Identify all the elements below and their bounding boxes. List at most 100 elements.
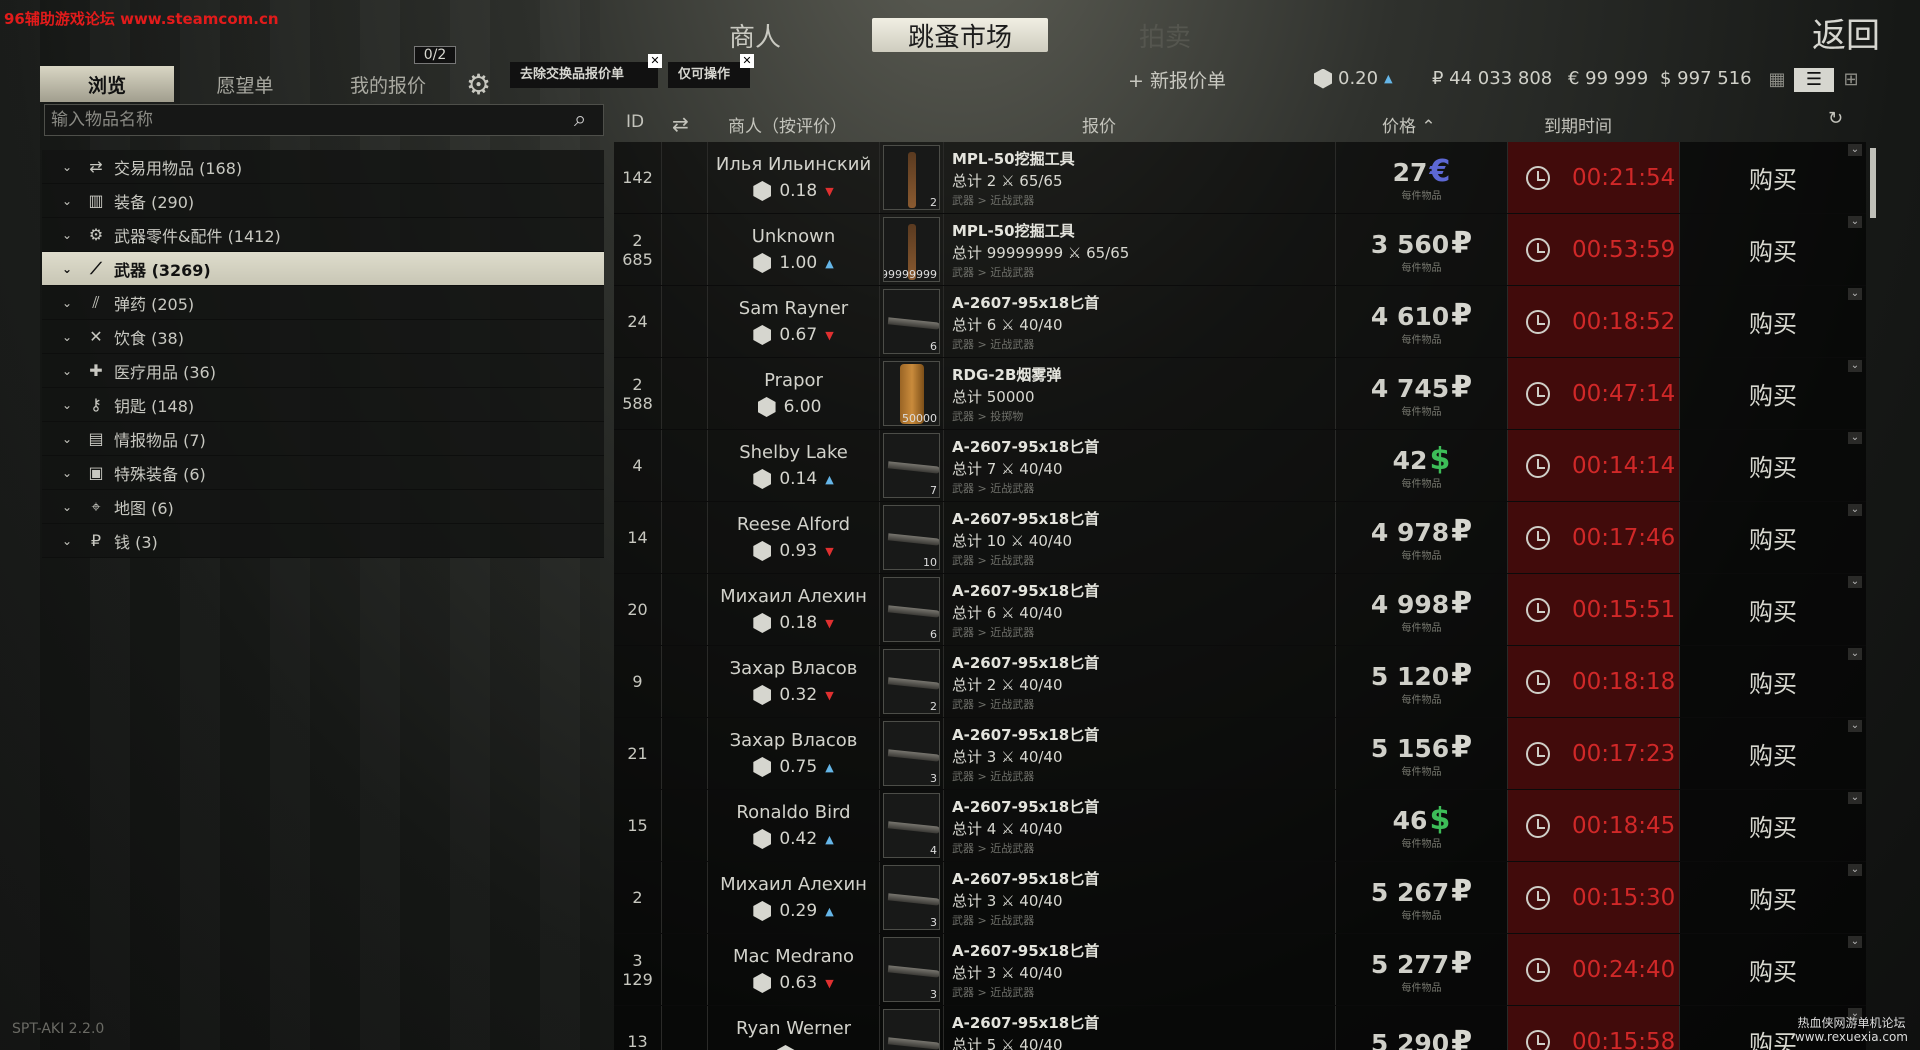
small-grid-view-icon[interactable]: ▦ bbox=[1764, 68, 1790, 92]
buy-button[interactable]: 购买 ⌄ bbox=[1680, 358, 1866, 429]
category-item[interactable]: ⌄ ⚷ 钥匙 (148) bbox=[42, 388, 604, 422]
item-name[interactable]: A-2607-95x18匕首 bbox=[952, 652, 1327, 673]
chevron-down-icon[interactable]: ⌄ bbox=[42, 398, 82, 412]
trader-cell[interactable]: Sam Rayner 0.67 ▼ bbox=[708, 286, 880, 357]
new-offer-button[interactable]: + 新报价单 bbox=[1128, 66, 1226, 93]
chevron-down-icon[interactable]: ⌄ bbox=[1848, 648, 1862, 660]
category-item[interactable]: ⌄ ⫽ 弹药 (205) bbox=[42, 286, 604, 320]
chevron-down-icon[interactable]: ⌄ bbox=[1848, 216, 1862, 228]
buy-button[interactable]: 购买 ⌄ bbox=[1680, 214, 1866, 285]
trader-cell[interactable]: Михаил Алехин 0.29 ▲ bbox=[708, 862, 880, 933]
tab-wishlist[interactable]: 愿望单 bbox=[186, 66, 304, 102]
item-name[interactable]: A-2607-95x18匕首 bbox=[952, 724, 1327, 745]
chevron-down-icon[interactable]: ⌄ bbox=[42, 228, 82, 242]
item-name[interactable]: A-2607-95x18匕首 bbox=[952, 508, 1327, 529]
trader-name[interactable]: Sam Rayner bbox=[739, 298, 848, 319]
category-item[interactable]: ⌄ ▥ 装备 (290) bbox=[42, 184, 604, 218]
item-thumbnail-cell[interactable]: 2 bbox=[880, 142, 944, 213]
buy-button[interactable]: 购买 ⌄ bbox=[1680, 142, 1866, 213]
trader-name[interactable]: Prapor bbox=[764, 370, 823, 391]
search-input[interactable]: 输入物品名称 bbox=[44, 104, 604, 136]
trader-name[interactable]: Unknown bbox=[752, 226, 836, 247]
item-name[interactable]: RDG-2B烟雾弹 bbox=[952, 364, 1327, 385]
trader-cell[interactable]: Unknown 1.00 ▲ bbox=[708, 214, 880, 285]
item-thumbnail-cell[interactable]: 2 bbox=[880, 646, 944, 717]
buy-button[interactable]: 购买 ⌄ bbox=[1680, 502, 1866, 573]
search-icon[interactable]: ⌕ bbox=[574, 106, 602, 134]
trader-name[interactable]: Захар Власов bbox=[730, 730, 858, 751]
trader-name[interactable]: Mac Medrano bbox=[733, 946, 854, 967]
close-icon[interactable]: ✕ bbox=[740, 54, 754, 68]
item-thumbnail[interactable]: 3 bbox=[883, 937, 940, 1002]
chevron-down-icon[interactable]: ⌄ bbox=[1848, 576, 1862, 588]
trader-cell[interactable]: Ronaldo Bird 0.42 ▲ bbox=[708, 790, 880, 861]
item-name[interactable]: MPL-50挖掘工具 bbox=[952, 220, 1327, 241]
category-item[interactable]: ⌄ ₽ 钱 (3) bbox=[42, 524, 604, 558]
chevron-down-icon[interactable]: ⌄ bbox=[42, 534, 82, 548]
filter-operational-tag[interactable]: 仅可操作 ✕ bbox=[668, 54, 754, 88]
item-thumbnail-cell[interactable]: 50000 bbox=[880, 358, 944, 429]
trader-cell[interactable]: Илья Ильинский 0.18 ▼ bbox=[708, 142, 880, 213]
chevron-down-icon[interactable]: ⌄ bbox=[42, 296, 82, 310]
item-thumbnail[interactable]: 2 bbox=[883, 145, 940, 210]
chevron-down-icon[interactable]: ⌄ bbox=[42, 466, 82, 480]
barter-toggle-icon[interactable]: ⇄ bbox=[672, 112, 689, 136]
chevron-down-icon[interactable]: ⌄ bbox=[42, 330, 82, 344]
trader-name[interactable]: Shelby Lake bbox=[739, 442, 848, 463]
item-thumbnail[interactable]: 7 bbox=[883, 433, 940, 498]
buy-button[interactable]: 购买 ⌄ bbox=[1680, 430, 1866, 501]
refresh-icon[interactable]: ↻ bbox=[1828, 108, 1843, 129]
chevron-down-icon[interactable]: ⌄ bbox=[42, 194, 82, 208]
item-thumbnail-cell[interactable]: 7 bbox=[880, 430, 944, 501]
item-thumbnail-cell[interactable]: 3 bbox=[880, 934, 944, 1005]
item-thumbnail[interactable]: 10 bbox=[883, 505, 940, 570]
chevron-down-icon[interactable]: ⌄ bbox=[42, 262, 82, 276]
category-item[interactable]: ⌄ ⇄ 交易用物品 (168) bbox=[42, 150, 604, 184]
chevron-down-icon[interactable]: ⌄ bbox=[1848, 288, 1862, 300]
item-thumbnail[interactable]: 6 bbox=[883, 289, 940, 354]
trader-cell[interactable]: Reese Alford 0.93 ▼ bbox=[708, 502, 880, 573]
item-name[interactable]: A-2607-95x18匕首 bbox=[952, 292, 1327, 313]
chevron-down-icon[interactable]: ⌄ bbox=[1848, 936, 1862, 948]
item-name[interactable]: MPL-50挖掘工具 bbox=[952, 148, 1327, 169]
item-thumbnail-cell[interactable]: 99999999 bbox=[880, 214, 944, 285]
trader-name[interactable]: Захар Власов bbox=[730, 658, 858, 679]
item-name[interactable]: A-2607-95x18匕首 bbox=[952, 580, 1327, 601]
item-thumbnail-cell[interactable]: 4 bbox=[880, 790, 944, 861]
chevron-down-icon[interactable]: ⌄ bbox=[42, 500, 82, 514]
item-thumbnail-cell[interactable]: 6 bbox=[880, 286, 944, 357]
category-item[interactable]: ⌄ ✕ 饮食 (38) bbox=[42, 320, 604, 354]
category-item[interactable]: ⌄ ⟋ 武器 (3269) bbox=[42, 252, 604, 286]
item-thumbnail[interactable]: 2 bbox=[883, 649, 940, 714]
buy-button[interactable]: 购买 ⌄ bbox=[1680, 286, 1866, 357]
column-header-price[interactable]: 价格 ⌃ bbox=[1382, 112, 1436, 137]
buy-button[interactable]: 购买 ⌄ bbox=[1680, 862, 1866, 933]
list-view-icon[interactable]: ☰ bbox=[1794, 68, 1834, 92]
tab-browse[interactable]: 浏览 bbox=[40, 66, 174, 102]
item-thumbnail-cell[interactable] bbox=[880, 1006, 944, 1050]
trader-cell[interactable]: Shelby Lake 0.14 ▲ bbox=[708, 430, 880, 501]
chevron-down-icon[interactable]: ⌄ bbox=[42, 160, 82, 174]
item-thumbnail[interactable]: 50000 bbox=[883, 361, 940, 426]
scrollbar[interactable] bbox=[1870, 148, 1876, 218]
nav-auction[interactable]: 拍卖 bbox=[1100, 18, 1230, 53]
column-header-id[interactable]: ID bbox=[626, 112, 644, 132]
settings-gear-icon[interactable]: ⚙ bbox=[466, 70, 496, 100]
trader-cell[interactable]: Захар Власов 0.32 ▼ bbox=[708, 646, 880, 717]
nav-traders[interactable]: 商人 bbox=[690, 18, 820, 53]
item-thumbnail[interactable]: 3 bbox=[883, 865, 940, 930]
column-header-trader[interactable]: 商人（按评价） bbox=[728, 112, 847, 137]
item-thumbnail[interactable]: 6 bbox=[883, 577, 940, 642]
chevron-down-icon[interactable]: ⌄ bbox=[1848, 144, 1862, 156]
trader-cell[interactable]: Захар Власов 0.75 ▲ bbox=[708, 718, 880, 789]
category-item[interactable]: ⌄ ▤ 情报物品 (7) bbox=[42, 422, 604, 456]
item-name[interactable]: A-2607-95x18匕首 bbox=[952, 436, 1327, 457]
trader-cell[interactable]: Ryan Werner bbox=[708, 1006, 880, 1050]
item-thumbnail-cell[interactable]: 6 bbox=[880, 574, 944, 645]
trader-cell[interactable]: Prapor 6.00 bbox=[708, 358, 880, 429]
large-grid-view-icon[interactable]: ⊞ bbox=[1838, 68, 1864, 92]
chevron-down-icon[interactable]: ⌄ bbox=[1848, 864, 1862, 876]
item-name[interactable]: A-2607-95x18匕首 bbox=[952, 940, 1327, 961]
chevron-down-icon[interactable]: ⌄ bbox=[1848, 720, 1862, 732]
column-header-expires[interactable]: 到期时间 bbox=[1544, 112, 1612, 137]
